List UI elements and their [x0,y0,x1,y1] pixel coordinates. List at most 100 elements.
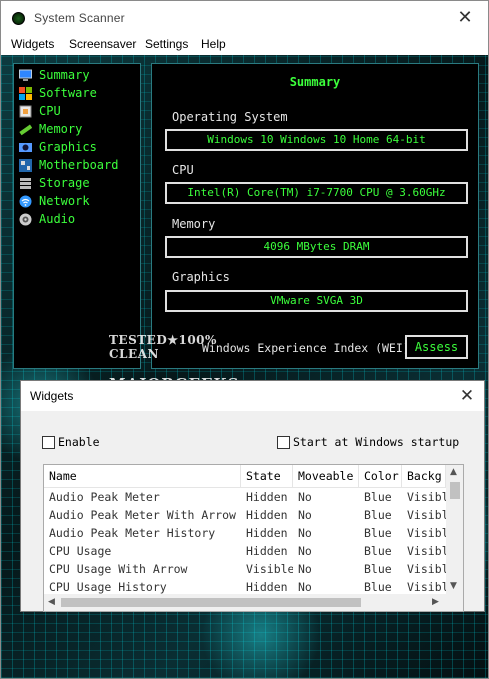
widgets-list[interactable]: Name State Moveable Color Backg Audio Pe… [43,464,464,612]
row-color: Blue [364,562,392,576]
row-color: Blue [364,526,392,540]
sidebar-item-label: Memory [39,122,83,136]
horizontal-scrollbar[interactable]: ◀ ▶ [44,594,448,611]
vertical-scrollbar[interactable]: ▲ ▼ [446,465,463,595]
row-name: CPU Usage With Arrow [49,562,188,576]
row-state: Visible [246,562,293,576]
sidebar-item-summary[interactable]: Summary [19,66,139,84]
menu-widgets[interactable]: Widgets [11,37,54,51]
sidebar-item-graphics[interactable]: Graphics [19,138,139,156]
summary-panel: Summary Operating System Windows 10 Wind… [151,63,479,369]
column-header-color[interactable]: Color [359,465,402,488]
window-title: System Scanner [34,11,125,25]
menu-screensaver[interactable]: Screensaver [69,37,136,51]
row-name: CPU Usage [49,544,112,558]
scroll-up-icon[interactable]: ▲ [450,467,457,477]
startup-checkbox-row[interactable]: Start at Windows startup [277,434,459,450]
horizontal-scroll-thumb[interactable] [61,598,361,607]
row-moveable: No [298,508,312,522]
sidebar-item-software[interactable]: Software [19,84,139,102]
list-header: Name State Moveable Color Backg [44,465,446,488]
table-row[interactable]: Audio Peak Meter Hidden No Blue Visible [44,488,446,506]
hard-drive-icon [19,177,32,190]
scroll-right-icon[interactable]: ▶ [432,597,439,607]
memory-label: Memory [172,217,216,231]
sidebar-item-label: Software [39,86,97,100]
row-name: Audio Peak Meter History [49,526,216,540]
startup-label: Start at Windows startup [293,435,460,449]
table-row[interactable]: CPU Usage With Arrow Visible No Blue Vis… [44,560,446,578]
sidebar-item-motherboard[interactable]: Motherboard [19,156,139,174]
wifi-icon [19,195,32,208]
sidebar-nav: Summary Software CPU Memory Graphics Mot… [13,63,141,369]
scroll-down-icon[interactable]: ▼ [450,581,457,591]
row-state: Hidden [246,544,288,558]
row-background: Visible [407,490,446,504]
sidebar-item-label: Storage [39,176,90,190]
motherboard-icon [19,158,32,172]
widgets-title: Widgets [30,389,74,403]
sidebar-item-label: Graphics [39,140,97,154]
memory-stick-icon [19,123,32,136]
os-label: Operating System [172,110,288,124]
enable-checkbox-row[interactable]: Enable [42,434,100,450]
row-name: Audio Peak Meter With Arrow [49,508,236,522]
table-row[interactable]: Audio Peak Meter History Hidden No Blue … [44,524,446,542]
row-state: Hidden [246,490,288,504]
column-header-moveable[interactable]: Moveable [293,465,359,488]
sidebar-item-storage[interactable]: Storage [19,174,139,192]
menu-settings[interactable]: Settings [145,37,188,51]
menu-help[interactable]: Help [201,37,226,51]
row-moveable: No [298,490,312,504]
row-moveable: No [298,544,312,558]
menu-bar: Widgets Screensaver Settings Help [1,35,488,55]
speaker-icon [19,213,32,226]
row-background: Visible [407,562,446,576]
row-background: Visible [407,508,446,522]
row-moveable: No [298,526,312,540]
sidebar-item-label: Summary [39,68,90,82]
column-header-state[interactable]: State [241,465,293,488]
sidebar-item-label: Network [39,194,90,208]
cpu-label: CPU [172,163,194,177]
row-background: Visible [407,544,446,558]
scroll-left-icon[interactable]: ◀ [48,597,55,607]
memory-value: 4096 MBytes DRAM [165,236,468,258]
scrollbar-corner [446,594,463,611]
sidebar-item-label: CPU [39,104,61,118]
widgets-title-bar: Widgets ✕ [21,381,484,411]
sidebar-item-label: Audio [39,212,76,226]
row-color: Blue [364,544,392,558]
title-bar: System Scanner ✕ [1,1,488,35]
row-background: Visible [407,526,446,540]
graphics-label: Graphics [172,270,230,284]
sidebar-item-network[interactable]: Network [19,192,139,210]
assess-button[interactable]: Assess [405,335,468,359]
wei-label: Windows Experience Index (WEI) [202,341,410,355]
widgets-close-button[interactable]: ✕ [450,381,484,411]
enable-checkbox[interactable] [42,435,55,449]
cpu-chip-icon [19,105,32,118]
widgets-dialog: Widgets ✕ Enable Start at Windows startu… [20,380,485,612]
monitor-icon [19,69,32,82]
table-row[interactable]: Audio Peak Meter With Arrow Hidden No Bl… [44,506,446,524]
table-row[interactable]: CPU Usage Hidden No Blue Visible [44,542,446,560]
vertical-scroll-thumb[interactable] [450,482,460,499]
close-window-button[interactable]: ✕ [442,1,488,35]
row-color: Blue [364,508,392,522]
sidebar-item-audio[interactable]: Audio [19,210,139,228]
graphics-card-icon [19,141,32,154]
startup-checkbox[interactable] [277,435,290,449]
column-header-name[interactable]: Name [44,465,241,488]
sidebar-item-memory[interactable]: Memory [19,120,139,138]
sidebar-item-label: Motherboard [39,158,119,172]
sidebar-item-cpu[interactable]: CPU [19,102,139,120]
enable-label: Enable [58,435,100,449]
panel-title: Summary [289,75,341,89]
column-header-background[interactable]: Backg [402,465,446,488]
graphics-value: VMware SVGA 3D [165,290,468,312]
row-name: Audio Peak Meter [49,490,160,504]
row-state: Hidden [246,526,288,540]
app-icon [12,12,25,25]
row-state: Hidden [246,508,288,522]
